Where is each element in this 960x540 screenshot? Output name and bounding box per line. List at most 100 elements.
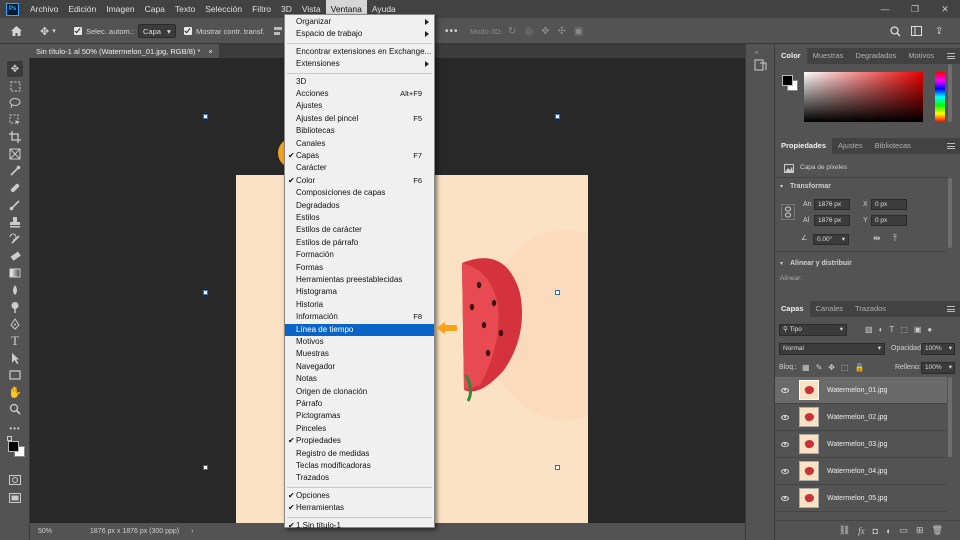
transform-handle[interactable] xyxy=(203,465,208,470)
filter-shape-icon[interactable]: ⬚ xyxy=(900,325,908,334)
edit-toolbar-icon[interactable]: ••• xyxy=(7,420,23,436)
menu-item-linea-de-tiempo[interactable]: Línea de tiempo xyxy=(285,323,434,336)
menu-seleccion[interactable]: Selección xyxy=(200,0,247,18)
tab-patterns[interactable]: Motivos xyxy=(902,48,940,64)
adjustment-layer-icon[interactable]: ◐ xyxy=(886,526,891,536)
menu-filtro[interactable]: Filtro xyxy=(247,0,276,18)
tab-color[interactable]: Color xyxy=(775,48,807,64)
y-field[interactable]: 0 px xyxy=(871,215,907,226)
chevron-down-icon[interactable]: ▾ xyxy=(780,183,783,190)
foreground-color-swatch[interactable] xyxy=(8,441,19,452)
angle-field[interactable]: 0.00° ▾ xyxy=(813,234,849,245)
menu-texto[interactable]: Texto xyxy=(170,0,200,18)
scrollbar[interactable] xyxy=(948,377,952,457)
menu-item-estilos-de-parrafo[interactable]: Estilos de párrafo xyxy=(285,237,434,249)
menu-item-organizar[interactable]: Organizar xyxy=(285,16,434,28)
menu-item-opciones[interactable]: ✔ Opciones xyxy=(285,490,434,502)
status-expand-icon[interactable]: › xyxy=(191,528,193,535)
menu-item-registro-de-medidas[interactable]: Registro de medidas xyxy=(285,448,434,460)
visibility-eye-icon[interactable] xyxy=(781,495,789,501)
layer-filter-dropdown[interactable]: ⚲ Tipo ▾ xyxy=(779,324,847,336)
menu-item-notas[interactable]: Notas xyxy=(285,373,434,385)
transform-handle[interactable] xyxy=(555,114,560,119)
foreground-color-swatch[interactable] xyxy=(782,75,793,86)
auto-select-checkbox[interactable]: Selec. autom.: xyxy=(74,18,134,44)
blend-mode-dropdown[interactable]: Normal ▾ xyxy=(779,343,885,355)
scrollbar[interactable] xyxy=(948,178,952,248)
menu-item-informacion[interactable]: Información F8 xyxy=(285,311,434,323)
3d-rotate-icon[interactable]: ↻ xyxy=(508,26,516,37)
visibility-eye-icon[interactable] xyxy=(781,414,789,420)
transform-handle[interactable] xyxy=(555,290,560,295)
menu-item-estilos-de-caracter[interactable]: Estilos de carácter xyxy=(285,224,434,236)
tab-swatches[interactable]: Muestras xyxy=(807,48,850,64)
link-layers-icon[interactable]: ⛓ xyxy=(839,525,850,536)
history-panel-icon[interactable] xyxy=(754,59,767,73)
menu-item-herramientas-preestablecidas[interactable]: Herramientas preestablecidas xyxy=(285,274,434,286)
new-layer-icon[interactable]: ⊞ xyxy=(916,525,924,536)
transform-handle[interactable] xyxy=(555,465,560,470)
menu-item-ajustes[interactable]: Ajustes xyxy=(285,100,434,112)
filter-toggle-icon[interactable]: ● xyxy=(927,325,932,334)
maximize-icon[interactable]: ❐ xyxy=(900,0,930,18)
clone-stamp-tool-icon[interactable] xyxy=(7,214,23,230)
fill-field[interactable]: 100% ▾ xyxy=(921,362,955,374)
lock-position-icon[interactable]: ✥ xyxy=(828,363,835,372)
frame-tool-icon[interactable] xyxy=(7,146,23,162)
lock-transparency-icon[interactable]: ▦ xyxy=(802,363,810,372)
menu-item-histograma[interactable]: Histograma xyxy=(285,286,434,298)
menu-item-herramientas[interactable]: ✔ Herramientas xyxy=(285,502,434,514)
width-field[interactable]: 1876 px xyxy=(814,199,850,210)
panel-menu-icon[interactable] xyxy=(947,143,955,149)
menu-item-trazados[interactable]: Trazados xyxy=(285,472,434,484)
3d-slide-icon[interactable]: ✣ xyxy=(558,26,566,37)
menu-item-composiciones-de-capas[interactable]: Composiciones de capas xyxy=(285,187,434,199)
blur-tool-icon[interactable] xyxy=(7,282,23,298)
history-brush-tool-icon[interactable] xyxy=(7,231,23,247)
dodge-tool-icon[interactable] xyxy=(7,299,23,315)
menu-item-estilos[interactable]: Estilos xyxy=(285,212,434,224)
menu-item-formas[interactable]: Formas xyxy=(285,262,434,274)
menu-edicion[interactable]: Edición xyxy=(63,0,101,18)
hand-tool-icon[interactable]: ✋ xyxy=(7,384,23,400)
lock-pixels-icon[interactable]: ✎ xyxy=(816,363,823,372)
transform-section-title[interactable]: Transformar xyxy=(790,183,831,190)
layer-row[interactable]: Watermelon_03.jpg xyxy=(775,431,947,458)
menu-item-espacio-de-trabajo[interactable]: Espacio de trabajo xyxy=(285,28,434,40)
filter-type-icon[interactable]: T xyxy=(889,325,894,334)
rectangle-tool-icon[interactable] xyxy=(7,367,23,383)
menu-item-bibliotecas[interactable]: Bibliotecas xyxy=(285,125,434,137)
menu-item-propiedades[interactable]: ✔ Propiedades xyxy=(285,435,434,447)
transform-handle[interactable] xyxy=(203,290,208,295)
eraser-tool-icon[interactable] xyxy=(7,248,23,264)
flip-horizontal-icon[interactable]: ⇹ xyxy=(873,233,881,244)
menu-item-caracter[interactable]: Carácter xyxy=(285,162,434,174)
search-icon[interactable] xyxy=(890,18,901,44)
layer-style-icon[interactable]: fx xyxy=(858,526,865,536)
menu-capa[interactable]: Capa xyxy=(140,0,170,18)
marquee-tool-icon[interactable] xyxy=(7,78,23,94)
home-icon[interactable] xyxy=(10,18,23,44)
menu-item-degradados[interactable]: Degradados xyxy=(285,200,434,212)
new-group-icon[interactable]: ▭ xyxy=(900,525,909,536)
workspace-icon[interactable] xyxy=(911,18,922,44)
menu-item-encontrar-extensiones-en-exchange[interactable]: Encontrar extensiones en Exchange... xyxy=(285,46,434,58)
menu-item-capas[interactable]: ✔ Capas F7 xyxy=(285,150,434,162)
layer-row[interactable]: Watermelon_04.jpg xyxy=(775,458,947,485)
menu-item-parrafo[interactable]: Párrafo xyxy=(285,398,434,410)
tab-paths[interactable]: Trazados xyxy=(849,301,892,317)
color-swatches[interactable] xyxy=(782,75,800,93)
pen-tool-icon[interactable] xyxy=(7,316,23,332)
move-tool-preset-icon[interactable]: ✥ ▾ xyxy=(40,18,56,44)
flip-vertical-icon[interactable]: ⤒ xyxy=(893,233,897,244)
filter-adjustment-icon[interactable]: ◐ xyxy=(879,325,884,334)
layer-row[interactable]: Watermelon_01.jpg xyxy=(775,377,947,404)
auto-select-dropdown[interactable]: Capa ▾ xyxy=(138,18,176,44)
zoom-tool-icon[interactable] xyxy=(7,401,23,417)
share-icon[interactable]: ⇪ xyxy=(935,18,943,44)
menu-item-navegador[interactable]: Navegador xyxy=(285,361,434,373)
scrollbar[interactable] xyxy=(948,64,952,122)
hue-slider[interactable] xyxy=(935,72,945,122)
link-proportions-icon[interactable] xyxy=(781,204,795,220)
menu-item-pictogramas[interactable]: Pictogramas xyxy=(285,410,434,422)
